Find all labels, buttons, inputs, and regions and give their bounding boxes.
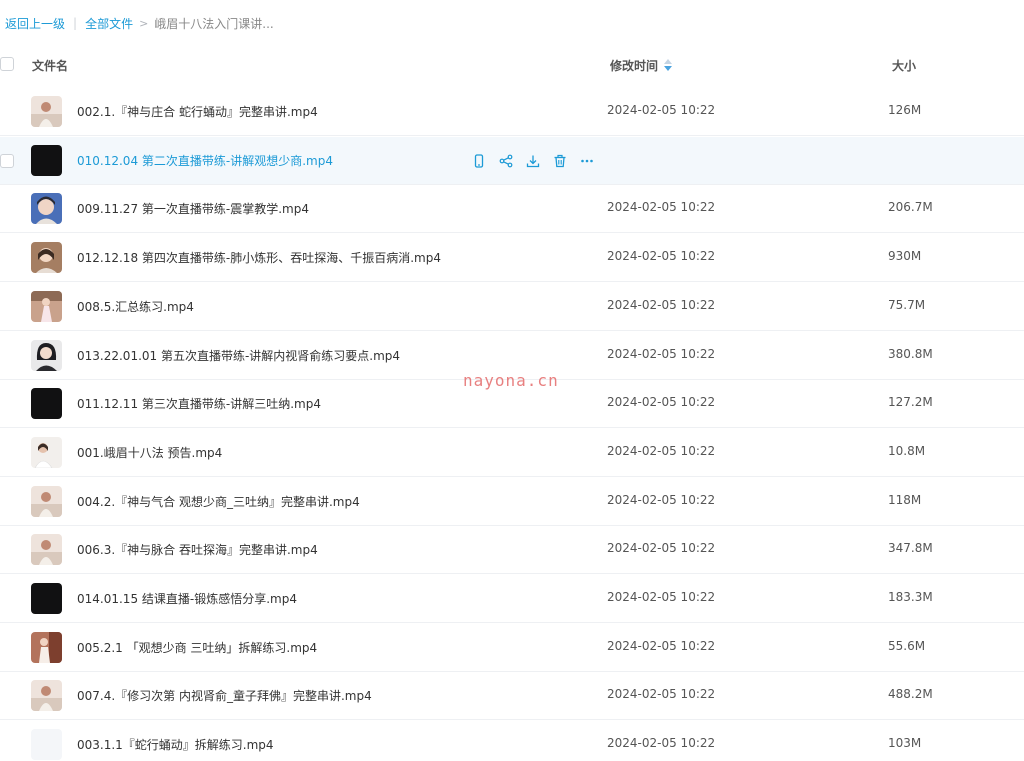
video-thumbnail xyxy=(31,193,62,225)
column-header-name[interactable]: 文件名 xyxy=(32,57,68,74)
file-name[interactable]: 003.1.1『蛇行蛹动』拆解练习.mp4 xyxy=(77,736,274,753)
file-name[interactable]: 004.2.『神与气合 观想少商_三吐纳』完整串讲.mp4 xyxy=(77,493,360,510)
file-size: 127.2M xyxy=(888,395,933,410)
video-thumbnail xyxy=(31,96,62,127)
file-modified-date: 2024-02-05 10:22 xyxy=(607,492,716,507)
file-name[interactable]: 005.2.1 「观想少商 三吐纳」拆解练习.mp4 xyxy=(77,639,317,656)
file-size: 55.6M xyxy=(888,638,926,653)
breadcrumb-separator: | xyxy=(73,16,78,30)
phone-icon[interactable] xyxy=(470,152,488,170)
all-files-link[interactable]: 全部文件 xyxy=(85,15,133,32)
video-thumbnail xyxy=(31,144,62,176)
file-name[interactable]: 007.4.『修习次第 内视肾俞_童子拜佛』完整串讲.mp4 xyxy=(77,687,372,704)
video-thumbnail xyxy=(31,680,62,712)
file-size: 488.2M xyxy=(888,687,933,702)
file-row[interactable]: 001.峨眉十八法 预告.mp4 2024-02-05 10:22 10.8M xyxy=(0,429,1024,477)
file-modified-date: 2024-02-05 10:22 xyxy=(607,395,716,410)
file-name[interactable]: 014.01.15 结课直播-锻炼感悟分享.mp4 xyxy=(77,590,297,607)
back-link[interactable]: 返回上一级 xyxy=(5,15,65,32)
video-thumbnail xyxy=(31,339,62,371)
video-thumbnail xyxy=(31,242,62,274)
file-size: 930M xyxy=(888,249,922,264)
file-modified-date: 2024-02-05 10:22 xyxy=(607,200,716,215)
delete-icon[interactable] xyxy=(551,152,569,170)
download-icon[interactable] xyxy=(524,152,542,170)
file-size: 75.7M xyxy=(888,297,926,312)
file-row[interactable]: 010.12.04 第二次直播带练-讲解观想少商.mp4 xyxy=(0,136,1024,185)
file-modified-date: 2024-02-05 10:22 xyxy=(607,736,716,751)
more-icon[interactable] xyxy=(578,152,596,170)
row-checkbox[interactable] xyxy=(0,153,14,168)
watermark: nayona.cn xyxy=(463,371,559,390)
file-size: 10.8M xyxy=(888,443,926,458)
video-thumbnail xyxy=(31,485,62,517)
file-row[interactable]: 005.2.1 「观想少商 三吐纳」拆解练习.mp4 2024-02-05 10:… xyxy=(0,624,1024,672)
file-modified-date: 2024-02-05 10:22 xyxy=(607,541,716,556)
file-row[interactable]: 003.1.1『蛇行蛹动』拆解练习.mp4 2024-02-05 10:22 103… xyxy=(0,721,1024,761)
video-thumbnail xyxy=(31,534,62,566)
file-list-header: 文件名 修改时间 大小 xyxy=(0,44,1024,84)
column-header-modified[interactable]: 修改时间 xyxy=(610,57,658,74)
file-name[interactable]: 008.5.汇总练习.mp4 xyxy=(77,298,194,315)
video-thumbnail xyxy=(31,631,62,663)
file-name[interactable]: 011.12.11 第三次直播带练-讲解三吐纳.mp4 xyxy=(77,395,321,412)
file-name[interactable]: 009.11.27 第一次直播带练-震掌教学.mp4 xyxy=(77,200,309,217)
sort-arrows-icon[interactable] xyxy=(664,59,672,71)
file-row[interactable]: 006.3.『神与脉合 吞吐探海』完整串讲.mp4 2024-02-05 10:2… xyxy=(0,526,1024,575)
file-size: 118M xyxy=(888,492,922,507)
file-row[interactable]: 008.5.汇总练习.mp4 2024-02-05 10:22 75.7M xyxy=(0,283,1024,331)
file-modified-date: 2024-02-05 10:22 xyxy=(607,443,716,458)
file-row[interactable]: 009.11.27 第一次直播带练-震掌教学.mp4 2024-02-05 10:… xyxy=(0,185,1024,234)
file-modified-date: 2024-02-05 10:22 xyxy=(607,590,716,604)
file-size: 206.7M xyxy=(888,200,933,215)
file-name[interactable]: 002.1.『神与庄合 蛇行蛹动』完整串讲.mp4 xyxy=(77,103,318,120)
file-name[interactable]: 013.22.01.01 第五次直播带练-讲解内视肾俞练习要点.mp4 xyxy=(77,347,400,364)
select-all-checkbox[interactable] xyxy=(0,57,14,71)
file-modified-date: 2024-02-05 10:22 xyxy=(607,103,716,117)
file-modified-date: 2024-02-05 10:22 xyxy=(607,638,716,653)
file-size: 380.8M xyxy=(888,346,933,361)
breadcrumb-arrow: > xyxy=(139,16,149,30)
video-thumbnail xyxy=(31,436,62,468)
file-modified-date: 2024-02-05 10:22 xyxy=(607,687,716,702)
file-size: 126M xyxy=(888,103,922,117)
video-thumbnail xyxy=(31,583,62,614)
file-row[interactable]: 002.1.『神与庄合 蛇行蛹动』完整串讲.mp4 2024-02-05 10:2… xyxy=(0,88,1024,136)
file-size: 183.3M xyxy=(888,590,933,604)
file-size: 103M xyxy=(888,736,922,751)
file-row[interactable]: 014.01.15 结课直播-锻炼感悟分享.mp4 2024-02-05 10:2… xyxy=(0,575,1024,623)
file-name[interactable]: 006.3.『神与脉合 吞吐探海』完整串讲.mp4 xyxy=(77,541,318,558)
file-name[interactable]: 010.12.04 第二次直播带练-讲解观想少商.mp4 xyxy=(77,152,333,169)
column-header-size[interactable]: 大小 xyxy=(892,57,916,74)
breadcrumb: 返回上一级 | 全部文件 > 峨眉十八法入门课讲... xyxy=(5,15,274,31)
row-actions xyxy=(470,152,605,170)
file-modified-date: 2024-02-05 10:22 xyxy=(607,346,716,361)
share-icon[interactable] xyxy=(497,152,515,170)
file-modified-date: 2024-02-05 10:22 xyxy=(607,249,716,264)
video-thumbnail xyxy=(31,388,62,420)
file-size: 347.8M xyxy=(888,541,933,556)
file-name[interactable]: 012.12.18 第四次直播带练-肺小炼形、吞吐探海、千振百病消.mp4 xyxy=(77,249,441,266)
file-modified-date: 2024-02-05 10:22 xyxy=(607,297,716,312)
breadcrumb-current-folder: 峨眉十八法入门课讲... xyxy=(154,16,274,31)
file-row[interactable]: 007.4.『修习次第 内视肾俞_童子拜佛』完整串讲.mp4 2024-02-05… xyxy=(0,672,1024,721)
video-thumbnail xyxy=(31,729,62,761)
video-thumbnail xyxy=(31,290,62,322)
file-row[interactable]: 004.2.『神与气合 观想少商_三吐纳』完整串讲.mp4 2024-02-05 … xyxy=(0,478,1024,526)
file-name[interactable]: 001.峨眉十八法 预告.mp4 xyxy=(77,444,222,461)
file-row[interactable]: 012.12.18 第四次直播带练-肺小炼形、吞吐探海、千振百病消.mp4 202… xyxy=(0,234,1024,283)
